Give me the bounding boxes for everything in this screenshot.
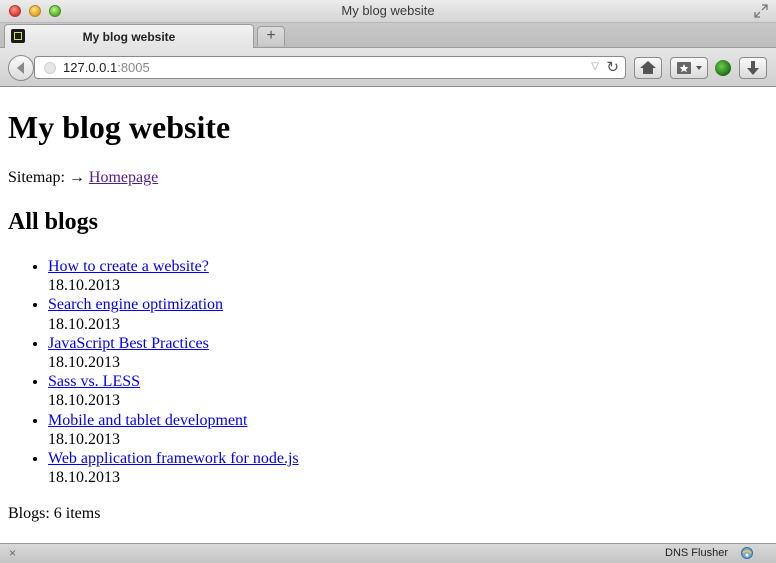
blog-date: 18.10.2013 xyxy=(48,315,120,333)
blog-link[interactable]: How to create a website? xyxy=(48,258,209,275)
blog-list: How to create a website? 18.10.2013 Sear… xyxy=(8,257,299,487)
home-button[interactable] xyxy=(634,57,662,79)
fullscreen-icon[interactable] xyxy=(754,4,768,18)
dns-flusher-icon[interactable] xyxy=(740,546,754,560)
tab-my-blog-website[interactable]: My blog website xyxy=(4,24,254,48)
url-port: :8005 xyxy=(117,60,150,75)
url-host: 127.0.0.1 xyxy=(63,60,118,75)
blog-date: 18.10.2013 xyxy=(48,392,120,410)
tab-strip: My blog website + xyxy=(0,23,776,48)
url-text[interactable]: 127.0.0.1:8005 xyxy=(63,60,150,75)
download-button[interactable] xyxy=(739,57,767,79)
list-item: Search engine optimization 18.10.2013 xyxy=(48,295,299,333)
blog-date: 18.10.2013 xyxy=(48,354,120,372)
bookmark-icon xyxy=(677,62,702,74)
status-bar: × DNS Flusher xyxy=(0,543,776,563)
homepage-link[interactable]: Homepage xyxy=(89,169,158,186)
blog-link[interactable]: Search engine optimization xyxy=(48,296,223,313)
reload-icon[interactable]: ↻ xyxy=(606,58,619,76)
page-content: My blog website Sitemap: → Homepage All … xyxy=(0,88,776,543)
list-item: JavaScript Best Practices 18.10.2013 xyxy=(48,334,299,372)
new-tab-button[interactable]: + xyxy=(257,26,285,46)
tab-label: My blog website xyxy=(82,30,176,44)
back-button[interactable] xyxy=(8,55,34,81)
back-arrow-icon xyxy=(17,62,24,74)
blog-date: 18.10.2013 xyxy=(48,430,120,448)
blog-link[interactable]: JavaScript Best Practices xyxy=(48,335,209,352)
globe-icon xyxy=(44,62,56,74)
address-bar[interactable]: 127.0.0.1:8005 ▽ ↻ xyxy=(34,56,626,79)
list-item: Mobile and tablet development 18.10.2013 xyxy=(48,411,299,449)
list-item: Web application framework for node.js 18… xyxy=(48,449,299,487)
blog-date: 18.10.2013 xyxy=(48,277,120,295)
bookmark-button[interactable] xyxy=(670,57,708,79)
list-item: Sass vs. LESS 18.10.2013 xyxy=(48,372,299,410)
home-icon xyxy=(640,61,656,74)
section-title: All blogs xyxy=(8,209,99,235)
blog-link[interactable]: Web application framework for node.js xyxy=(48,450,299,467)
window-title: My blog website xyxy=(341,3,435,18)
page-title: My blog website xyxy=(8,109,231,145)
breadcrumb: Sitemap: → Homepage xyxy=(8,168,158,188)
blog-date: 18.10.2013 xyxy=(48,469,120,487)
dns-flusher-label[interactable]: DNS Flusher xyxy=(665,547,728,559)
green-orb-icon[interactable] xyxy=(715,60,731,76)
blog-link[interactable]: Sass vs. LESS xyxy=(48,373,140,390)
blog-count: Blogs: 6 items xyxy=(8,505,101,522)
list-item: How to create a website? 18.10.2013 xyxy=(48,257,299,295)
sitemap-prefix: Sitemap: → xyxy=(8,169,85,186)
download-icon xyxy=(747,61,759,75)
browser-toolbar: 127.0.0.1:8005 ▽ ↻ xyxy=(0,48,776,87)
url-history-dropdown-icon[interactable]: ▽ xyxy=(591,61,599,72)
blog-link[interactable]: Mobile and tablet development xyxy=(48,412,248,429)
close-status-icon[interactable]: × xyxy=(9,546,16,560)
window-titlebar: My blog website xyxy=(0,0,776,23)
